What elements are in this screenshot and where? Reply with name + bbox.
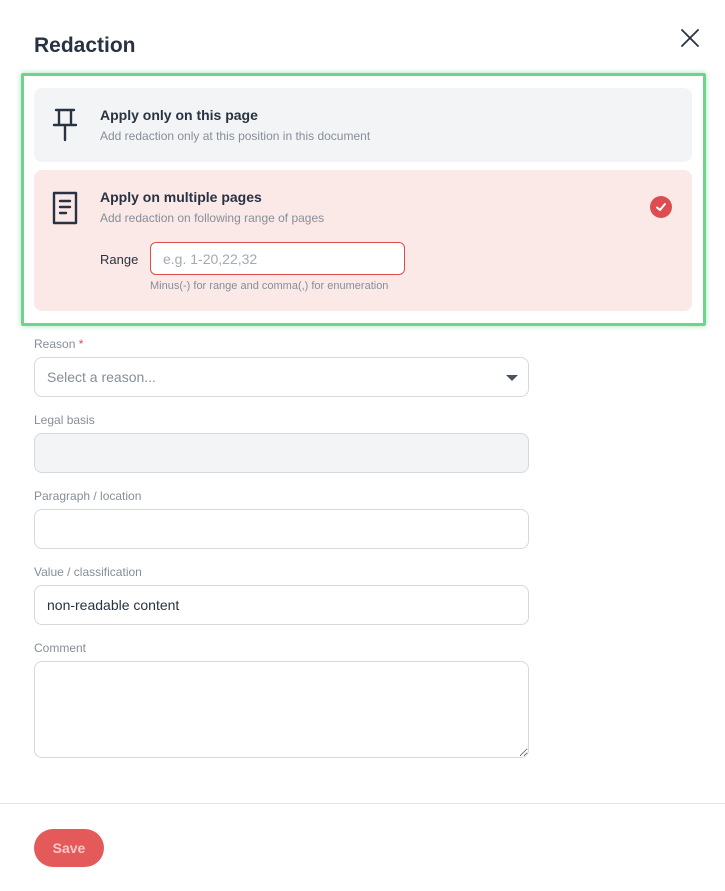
dialog-title: Redaction — [34, 34, 136, 57]
option-description: Add redaction only at this position in t… — [100, 129, 371, 143]
pin-icon — [52, 108, 78, 142]
legal-basis-label: Legal basis — [34, 413, 95, 427]
option-title: Apply only on this page — [100, 107, 258, 123]
value-classification-field[interactable] — [34, 585, 529, 625]
document-icon — [52, 191, 78, 225]
comment-label: Comment — [34, 641, 87, 655]
option-title: Apply on multiple pages — [100, 189, 262, 205]
reason-placeholder: Select a reason... — [47, 369, 156, 385]
option-apply-this-page[interactable]: Apply only on this page Add redaction on… — [34, 88, 692, 162]
selected-check-icon — [650, 196, 672, 218]
chevron-down-icon — [506, 375, 518, 381]
paragraph-field[interactable] — [34, 509, 529, 549]
option-apply-multiple-pages[interactable]: Apply on multiple pages Add redaction on… — [34, 170, 692, 311]
close-button[interactable] — [676, 24, 704, 52]
comment-field[interactable] — [34, 661, 529, 758]
reason-select[interactable]: Select a reason... — [34, 357, 529, 397]
reason-label: Reason * — [34, 337, 84, 351]
required-mark: * — [78, 337, 84, 351]
value-classification-label: Value / classification — [34, 565, 142, 579]
legal-basis-field — [34, 433, 529, 473]
save-button[interactable]: Save — [34, 829, 104, 867]
range-input[interactable] — [150, 242, 405, 275]
range-label: Range — [100, 252, 139, 267]
option-description: Add redaction on following range of page… — [100, 211, 325, 225]
paragraph-label: Paragraph / location — [34, 489, 142, 503]
footer-divider — [0, 803, 725, 804]
range-hint: Minus(-) for range and comma(,) for enum… — [150, 280, 389, 292]
close-icon — [681, 29, 699, 47]
